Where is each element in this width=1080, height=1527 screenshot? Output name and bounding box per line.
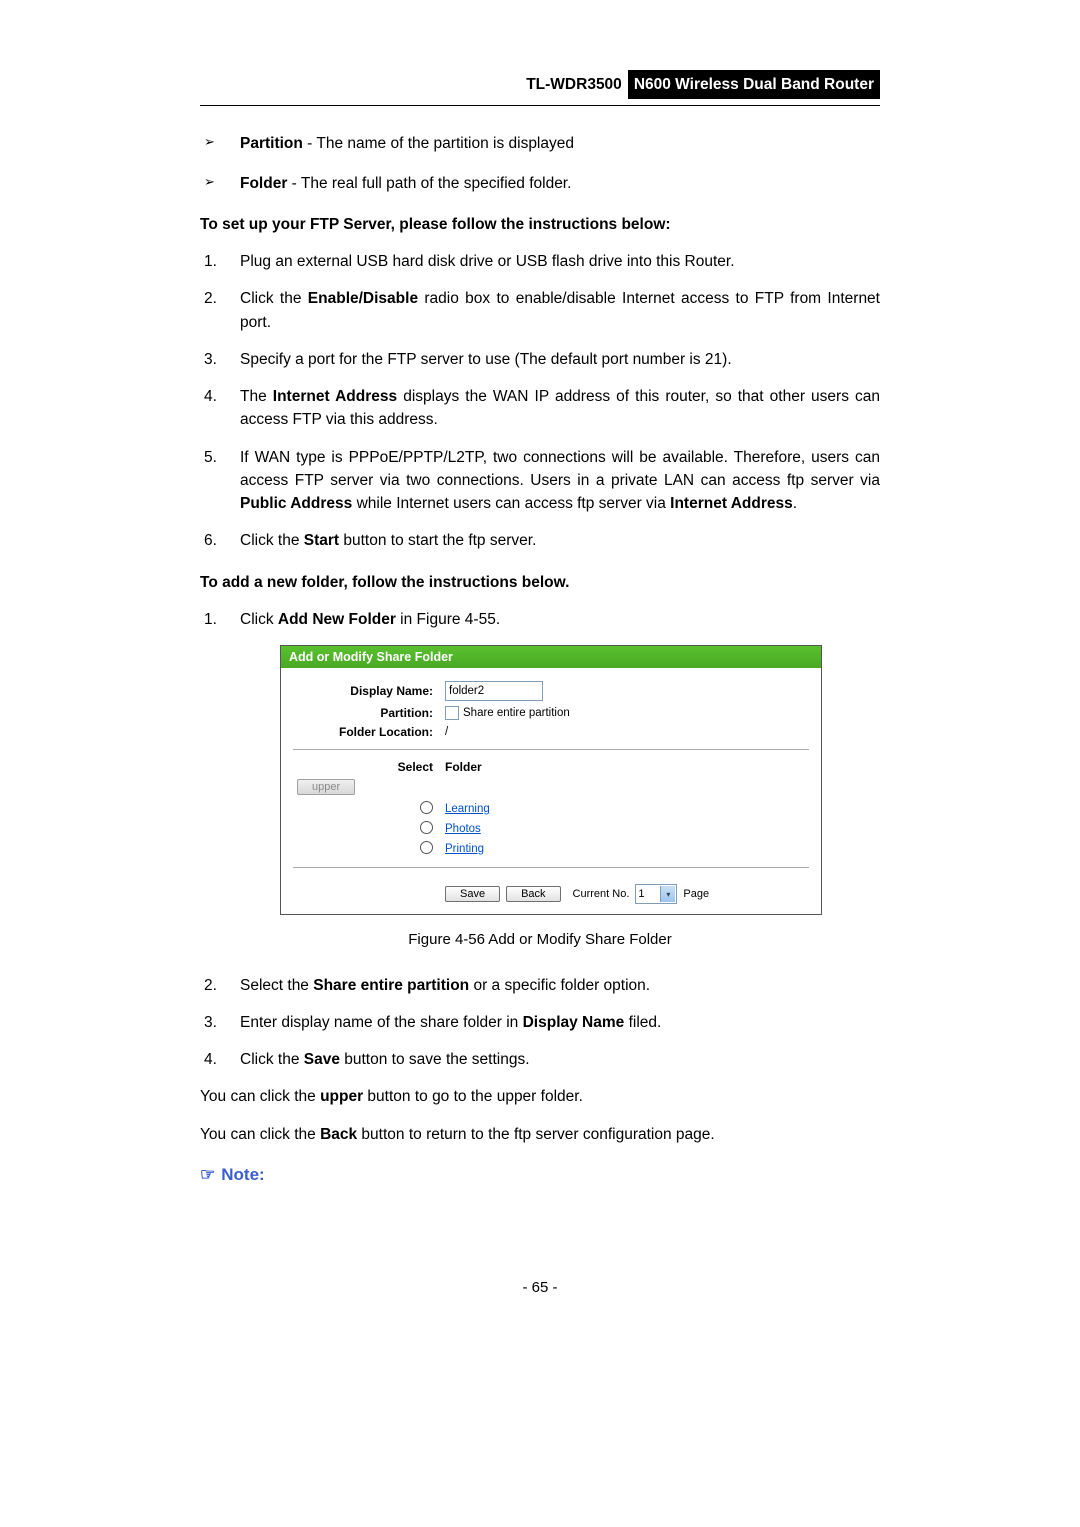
pointing-hand-icon: ☞ (200, 1165, 215, 1184)
folder-location-value: / (445, 726, 448, 738)
back-button[interactable]: Back (506, 886, 560, 902)
page-number: - 65 - (200, 1277, 880, 1300)
post-steps: Select the Share entire partition or a s… (200, 974, 880, 1072)
list-item: Enter display name of the share folder i… (200, 1011, 880, 1034)
folder-radio[interactable] (420, 821, 433, 834)
note-heading: ☞ Note: (200, 1162, 880, 1188)
panel-title: Add or Modify Share Folder (281, 646, 821, 668)
folder-radio[interactable] (420, 841, 433, 854)
chevron-down-icon: ▾ (660, 886, 675, 902)
ftp-steps-list: Plug an external USB hard disk drive or … (200, 250, 880, 553)
separator (293, 749, 809, 750)
page-select[interactable]: 1 ▾ (635, 884, 677, 904)
list-item: Plug an external USB hard disk drive or … (200, 250, 880, 273)
list-item: Specify a port for the FTP server to use… (200, 348, 880, 371)
separator (293, 867, 809, 868)
term: Partition (240, 135, 303, 152)
back-note: You can click the Back button to return … (200, 1123, 880, 1146)
list-item: If WAN type is PPPoE/PPTP/L2TP, two conn… (200, 446, 880, 516)
term-desc: - The real full path of the specified fo… (287, 175, 571, 192)
partition-label: Partition: (293, 706, 445, 720)
page-header: TL-WDR3500N600 Wireless Dual Band Router (200, 70, 880, 106)
share-entire-label: Share entire partition (463, 707, 570, 719)
model-id: TL-WDR3500 (526, 76, 628, 93)
list-item: Click the Save button to save the settin… (200, 1048, 880, 1071)
term: Folder (240, 175, 287, 192)
upper-button[interactable]: upper (297, 779, 355, 795)
page-label: Page (683, 888, 709, 900)
folder-link[interactable]: Printing (445, 843, 484, 855)
current-no-label: Current No. (573, 888, 630, 900)
definition-item: Folder - The real full path of the speci… (200, 172, 880, 195)
list-item: Select the Share entire partition or a s… (200, 974, 880, 997)
display-name-label: Display Name: (293, 684, 445, 698)
display-name-input[interactable] (445, 681, 543, 701)
figure-caption: Figure 4-56 Add or Modify Share Folder (200, 929, 880, 952)
note-label: Note: (221, 1165, 264, 1184)
list-item: Click the Enable/Disable radio box to en… (200, 287, 880, 334)
folder-radio[interactable] (420, 801, 433, 814)
add-folder-heading: To add a new folder, follow the instruct… (200, 571, 880, 594)
term-desc: - The name of the partition is displayed (303, 135, 574, 152)
ftp-setup-heading: To set up your FTP Server, please follow… (200, 213, 880, 236)
list-item: Click Add New Folder in Figure 4-55. (200, 608, 880, 631)
select-col-header: Select (293, 760, 445, 774)
definition-item: Partition - The name of the partition is… (200, 132, 880, 155)
page-select-value: 1 (638, 888, 644, 900)
folder-location-label: Folder Location: (293, 725, 445, 739)
add-modify-folder-panel: Add or Modify Share Folder Display Name:… (280, 645, 822, 915)
add-folder-steps: Click Add New Folder in Figure 4-55. (200, 608, 880, 631)
list-item: The Internet Address displays the WAN IP… (200, 385, 880, 432)
folder-col-header: Folder (445, 760, 482, 774)
folder-link[interactable]: Photos (445, 823, 481, 835)
upper-note: You can click the upper button to go to … (200, 1085, 880, 1108)
product-name: N600 Wireless Dual Band Router (628, 70, 880, 99)
folder-link[interactable]: Learning (445, 803, 490, 815)
list-item: Click the Start button to start the ftp … (200, 529, 880, 552)
figure-container: Add or Modify Share Folder Display Name:… (280, 645, 880, 915)
share-entire-checkbox[interactable] (445, 706, 459, 720)
save-button[interactable]: Save (445, 886, 500, 902)
definitions-list: Partition - The name of the partition is… (200, 132, 880, 195)
